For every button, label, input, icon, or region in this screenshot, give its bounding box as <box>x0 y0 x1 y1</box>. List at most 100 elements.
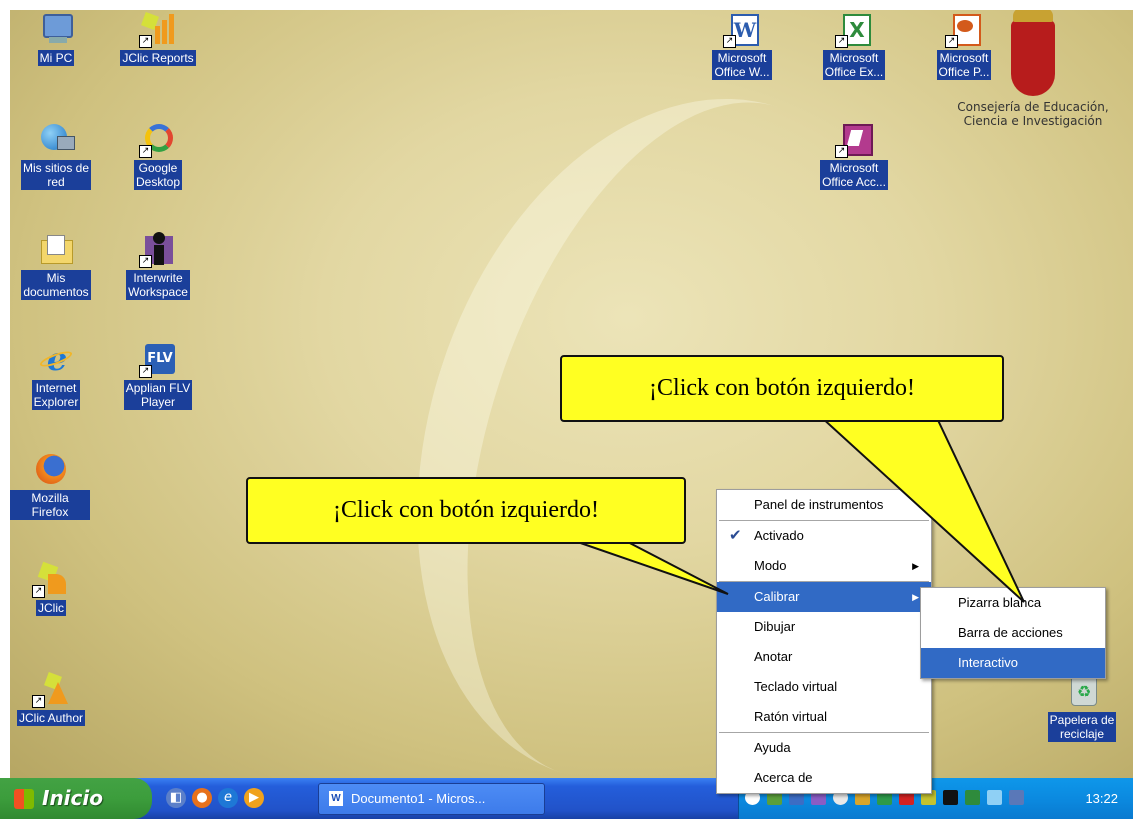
desktop-icon-label: Microsoft <box>829 161 879 175</box>
menu-item-label: Panel de instrumentos <box>754 497 884 512</box>
menu-item-label: Teclado virtual <box>754 679 838 694</box>
menu-item-label: Anotar <box>754 649 793 664</box>
tray-interwrite-icon[interactable] <box>943 790 958 805</box>
desktop-icon-word[interactable]: W ↗ Microsoft Office W... <box>696 12 788 80</box>
jclic-icon: ↗ <box>32 561 68 598</box>
quicklaunch-ie-icon[interactable]: e <box>218 788 238 808</box>
tray-app-icon[interactable] <box>987 790 1002 805</box>
desktop-icon-jclic[interactable]: ↗ JClic <box>10 561 92 616</box>
desktop-icon-label: Papelera de <box>1049 713 1115 727</box>
google-desktop-icon: ↗ <box>139 122 175 158</box>
desktop-icon-label: Workspace <box>128 285 188 299</box>
word-doc-icon: W <box>329 791 343 806</box>
menu-item-teclado-virtual[interactable]: Teclado virtual <box>717 672 931 702</box>
my-documents-icon <box>39 232 73 266</box>
desktop-icon-recycle-bin[interactable]: ♻ Papelera de reciclaje <box>1032 674 1132 742</box>
crest-line-2: Ciencia e Investigación <box>963 114 1103 128</box>
tray-app-icon[interactable] <box>1009 790 1024 805</box>
taskbar-button-label: Documento1 - Micros... <box>351 791 486 806</box>
desktop-icon-internet-explorer[interactable]: e Internet Explorer <box>10 342 102 410</box>
recycle-bin-icon: ♻ <box>1065 674 1099 708</box>
menu-item-label: Ratón virtual <box>754 709 827 724</box>
taskbar-button-documento1[interactable]: W Documento1 - Micros... <box>318 783 545 815</box>
jclic-author-icon: ↗ <box>32 672 68 708</box>
quicklaunch-firefox-icon[interactable]: ● <box>192 788 212 808</box>
desktop-icon-jclic-author[interactable]: ↗ JClic Author <box>10 672 92 726</box>
menu-item-modo[interactable]: Modo ▶ <box>717 551 931 581</box>
desktop-icon-label: Microsoft <box>829 51 879 65</box>
menu-item-anotar[interactable]: Anotar <box>717 642 931 672</box>
desktop-icon-google-desktop[interactable]: ↗ Google Desktop <box>112 122 204 190</box>
menu-item-label: Activado <box>754 528 804 543</box>
shortcut-arrow-icon: ↗ <box>139 145 152 158</box>
menu-item-label: Acerca de <box>754 770 813 785</box>
word-icon: W ↗ <box>723 12 759 48</box>
menu-item-activado[interactable]: ✔ Activado <box>717 521 931 551</box>
coat-of-arms-icon <box>1011 10 1055 96</box>
jclic-reports-icon: ↗ <box>139 12 175 48</box>
submenu-item-barra-de-acciones[interactable]: Barra de acciones <box>921 618 1105 648</box>
excel-icon: X ↗ <box>835 12 871 48</box>
menu-item-label: Calibrar <box>754 589 800 604</box>
submenu-arrow-icon: ▶ <box>912 592 919 602</box>
consejeria-crest: Consejería de Educación, Ciencia e Inves… <box>938 10 1128 160</box>
callout-right-text: ¡Click con botón izquierdo! <box>649 375 915 401</box>
submenu-item-interactivo[interactable]: Interactivo <box>921 648 1105 678</box>
flv-player-icon: FLV ↗ <box>139 342 175 378</box>
desktop-icon-interwrite-workspace[interactable]: ↗ Interwrite Workspace <box>112 232 204 300</box>
shortcut-arrow-icon: ↗ <box>835 35 848 48</box>
desktop-icon-access[interactable]: ↗ Microsoft Office Acc... <box>808 122 900 190</box>
desktop-icon-mis-documentos[interactable]: Mis documentos <box>10 232 102 300</box>
quicklaunch-desktop-icon[interactable]: ◧ <box>166 788 186 808</box>
desktop-icon-applian-flv-player[interactable]: FLV ↗ Applian FLV Player <box>112 342 204 410</box>
shortcut-arrow-icon: ↗ <box>835 145 848 158</box>
menu-item-ayuda[interactable]: Ayuda <box>717 733 931 763</box>
submenu-item-label: Interactivo <box>958 655 1018 670</box>
desktop-icon-label: Office Ex... <box>824 65 884 79</box>
shortcut-arrow-icon: ↗ <box>139 35 152 48</box>
menu-item-raton-virtual[interactable]: Ratón virtual <box>717 702 931 732</box>
quicklaunch-media-player-icon[interactable]: ▶ <box>244 788 264 808</box>
internet-explorer-icon: e <box>38 342 74 376</box>
check-icon: ✔ <box>729 527 742 544</box>
menu-item-label: Dibujar <box>754 619 796 634</box>
context-menu: Panel de instrumentos ✔ Activado Modo ▶ Ca… <box>716 489 932 794</box>
desktop-icon-mi-pc[interactable]: Mi PC <box>10 12 102 66</box>
desktop-icon-label: reciclaje <box>1059 727 1104 741</box>
desktop-icon-label: JClic <box>38 601 64 615</box>
desktop-icon-label: Office Acc... <box>822 175 886 189</box>
desktop-icon-label: Mi PC <box>39 51 73 65</box>
desktop-icon-label: Office W... <box>714 65 770 79</box>
desktop-icon-label: JClic Reports <box>122 51 194 65</box>
taskbar: Inicio ◧ ● e ▶ W Documento1 - Micros... … <box>0 778 1133 819</box>
menu-item-panel-de-instrumentos[interactable]: Panel de instrumentos <box>717 490 931 520</box>
desktop-icon-label: Mozilla Firefox <box>31 491 69 519</box>
desktop-icon-excel[interactable]: X ↗ Microsoft Office Ex... <box>808 12 900 80</box>
menu-item-calibrar[interactable]: Calibrar ▶ <box>717 582 931 612</box>
shortcut-arrow-icon: ↗ <box>32 585 45 598</box>
crest-line-1: Consejería de Educación, <box>957 100 1109 114</box>
desktop-icon-label: Player <box>140 395 175 409</box>
submenu-item-pizarra-blanca[interactable]: Pizarra blanca <box>921 588 1105 618</box>
computer-icon <box>39 12 73 46</box>
menu-item-dibujar[interactable]: Dibujar <box>717 612 931 642</box>
callout-right: ¡Click con botón izquierdo! <box>560 355 1004 422</box>
interwrite-icon: ↗ <box>139 232 175 268</box>
firefox-icon <box>33 452 67 486</box>
access-icon: ↗ <box>835 122 873 158</box>
desktop-icon-mis-sitios-de-red[interactable]: Mis sitios de red <box>10 122 102 190</box>
shortcut-arrow-icon: ↗ <box>139 365 152 378</box>
desktop-icon-jclic-reports[interactable]: ↗ JClic Reports <box>112 12 204 66</box>
callout-left: ¡Click con botón izquierdo! <box>246 477 686 544</box>
shortcut-arrow-icon: ↗ <box>32 695 45 708</box>
shortcut-arrow-icon: ↗ <box>723 35 736 48</box>
tray-app-icon[interactable] <box>965 790 980 805</box>
desktop-icon-label: Applian FLV <box>125 381 191 395</box>
start-button[interactable]: Inicio <box>0 778 152 819</box>
submenu-item-label: Barra de acciones <box>958 625 1063 640</box>
desktop-icon-label: Mis <box>46 271 66 285</box>
menu-item-acerca-de[interactable]: Acerca de <box>717 763 931 793</box>
desktop-icon-mozilla-firefox[interactable]: Mozilla Firefox <box>10 452 90 520</box>
menu-item-label: Modo <box>754 558 787 573</box>
clock[interactable]: 13:22 <box>1085 778 1118 819</box>
